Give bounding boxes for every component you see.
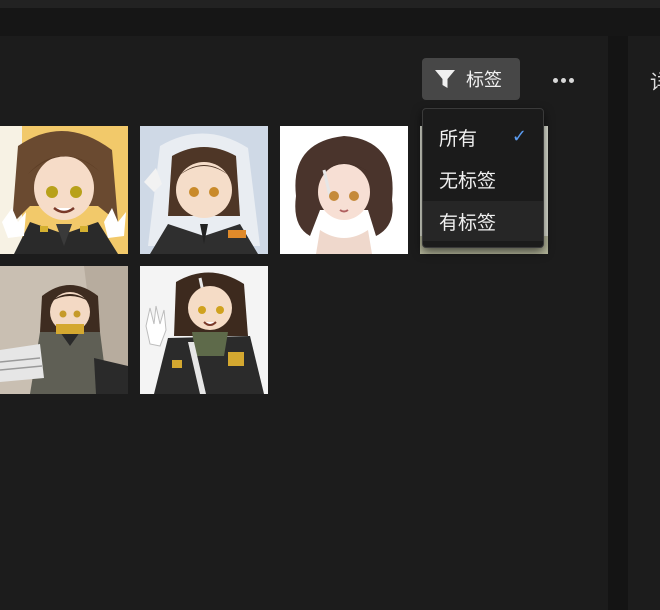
filter-button[interactable]: 标签 [422,58,520,100]
filter-option-all[interactable]: 所有 ✓ [423,117,543,157]
details-panel: 详 [628,36,660,610]
check-icon: ✓ [511,126,527,147]
filter-option-label: 有标签 [439,211,497,234]
top-strip [0,8,660,36]
funnel-icon [434,68,456,90]
more-options-button[interactable] [548,66,578,94]
filter-dropdown-menu: 所有 ✓ 无标签 有标签 [422,108,544,248]
filter-option-label: 所有 [439,127,478,150]
details-panel-title: 详 [650,66,660,95]
more-horizontal-icon [552,77,558,83]
gallery-image-2[interactable] [140,126,268,254]
gallery-image-6[interactable] [140,266,268,394]
gallery-image-5[interactable] [0,266,128,394]
window-top-bar [0,0,660,8]
gallery-image-3[interactable] [280,126,408,254]
gallery-panel: 标签 所有 ✓ 无标签 有标签 [0,36,608,610]
filter-option-tagged[interactable]: 有标签 [423,201,543,241]
filter-button-label: 标签 [466,70,502,91]
filter-option-untagged[interactable]: 无标签 [423,159,543,199]
gallery-image-1[interactable] [0,126,128,254]
filter-option-label: 无标签 [439,169,497,192]
panel-divider [608,36,628,610]
